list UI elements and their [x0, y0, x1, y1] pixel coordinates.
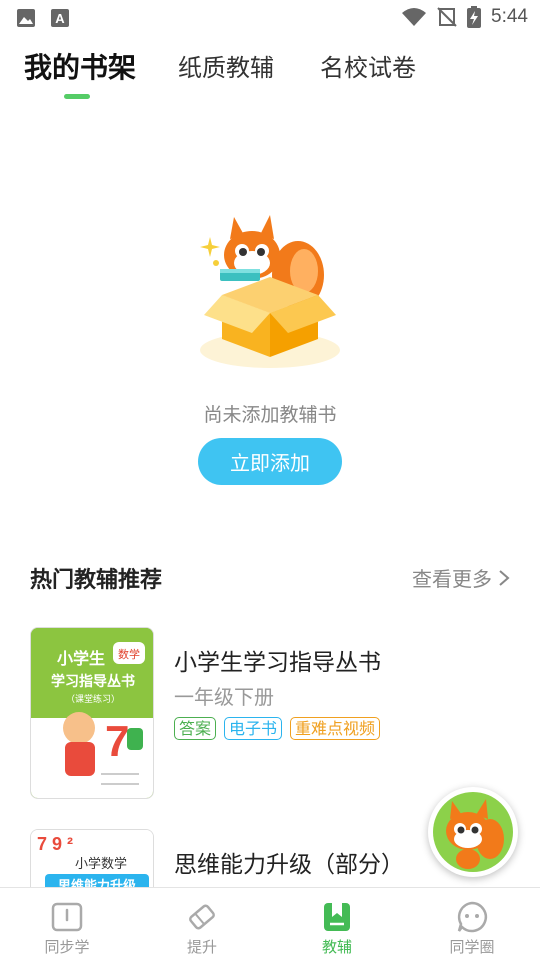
battery-charging-icon: [467, 6, 482, 28]
nav-item-tutoring-books[interactable]: 教辅: [287, 900, 387, 957]
nav-item-classmates[interactable]: 同学圈: [422, 900, 522, 957]
tab-paper-books[interactable]: 纸质教辅: [178, 48, 274, 83]
see-more-link[interactable]: 查看更多: [412, 563, 510, 592]
cover-title: 小学数学: [75, 856, 127, 872]
status-time: 5:44: [491, 6, 528, 27]
hot-section-title: 热门教辅推荐: [30, 568, 163, 593]
cover-title: 学习指导丛书: [51, 673, 135, 690]
cover-sub: 思维能力升级: [58, 878, 137, 887]
book-title: 思维能力升级（部分）: [174, 852, 404, 878]
book-cover: 小学生 数学 学习指导丛书 （课堂练习） 7: [30, 627, 154, 799]
chat-face-icon: [457, 901, 488, 933]
book-icon: [51, 902, 83, 932]
tag-answers: 答案: [174, 717, 217, 740]
nav-item-sync-learn[interactable]: 同步学: [17, 900, 117, 957]
book-tags: 答案 电子书 重难点视频: [174, 717, 381, 740]
cover-sub: （课堂练习）: [66, 693, 120, 705]
svg-text:7: 7: [105, 717, 129, 766]
no-signal-icon: [437, 7, 457, 27]
bookmark-book-icon: [324, 903, 350, 931]
eraser-icon: [189, 904, 215, 930]
tag-ebook: 电子书: [224, 717, 283, 740]
tab-bar: 我的书架 纸质教辅 名校试卷: [0, 48, 540, 104]
cover-series: 小学生: [57, 649, 105, 668]
font-icon: A: [51, 9, 69, 27]
book-cover: 7 9 ² 小学数学 思维能力升级: [30, 829, 154, 887]
tab-my-bookshelf[interactable]: 我的书架: [24, 46, 136, 86]
add-now-button[interactable]: 立即添加: [198, 438, 342, 485]
nav-label: 教辅: [321, 938, 352, 956]
empty-state-message: 尚未添加教辅书: [203, 404, 337, 426]
tab-active-indicator: [64, 94, 90, 99]
empty-shelf-illustration: [200, 215, 340, 368]
see-more-label: 查看更多: [412, 567, 492, 591]
chevron-right-icon: [499, 569, 510, 586]
status-bar: A 5:44: [0, 0, 540, 36]
book-grade: 一年级下册: [174, 685, 274, 709]
wifi-icon: [402, 8, 427, 26]
tab-school-papers[interactable]: 名校试卷: [320, 48, 416, 83]
mascot-float-button[interactable]: [428, 787, 518, 877]
nav-label: 提升: [186, 938, 217, 956]
nav-label: 同学圈: [449, 938, 495, 956]
squirrel-mascot-icon: [433, 792, 513, 872]
tag-key-videos: 重难点视频: [290, 717, 381, 740]
svg-text:7 9 ²: 7 9 ²: [37, 834, 73, 854]
image-icon: [17, 9, 35, 27]
cover-badge: 数学: [118, 647, 140, 661]
book-card[interactable]: 小学生 数学 学习指导丛书 （课堂练习） 7 小学生学习指导丛书 一年级下册 答…: [30, 627, 510, 799]
nav-label: 同步学: [44, 938, 90, 956]
bottom-nav: 同步学 提升 教辅 同学圈: [0, 887, 540, 960]
nav-item-improve[interactable]: 提升: [152, 900, 252, 957]
svg-text:A: A: [55, 11, 65, 26]
book-title: 小学生学习指导丛书: [174, 650, 381, 676]
